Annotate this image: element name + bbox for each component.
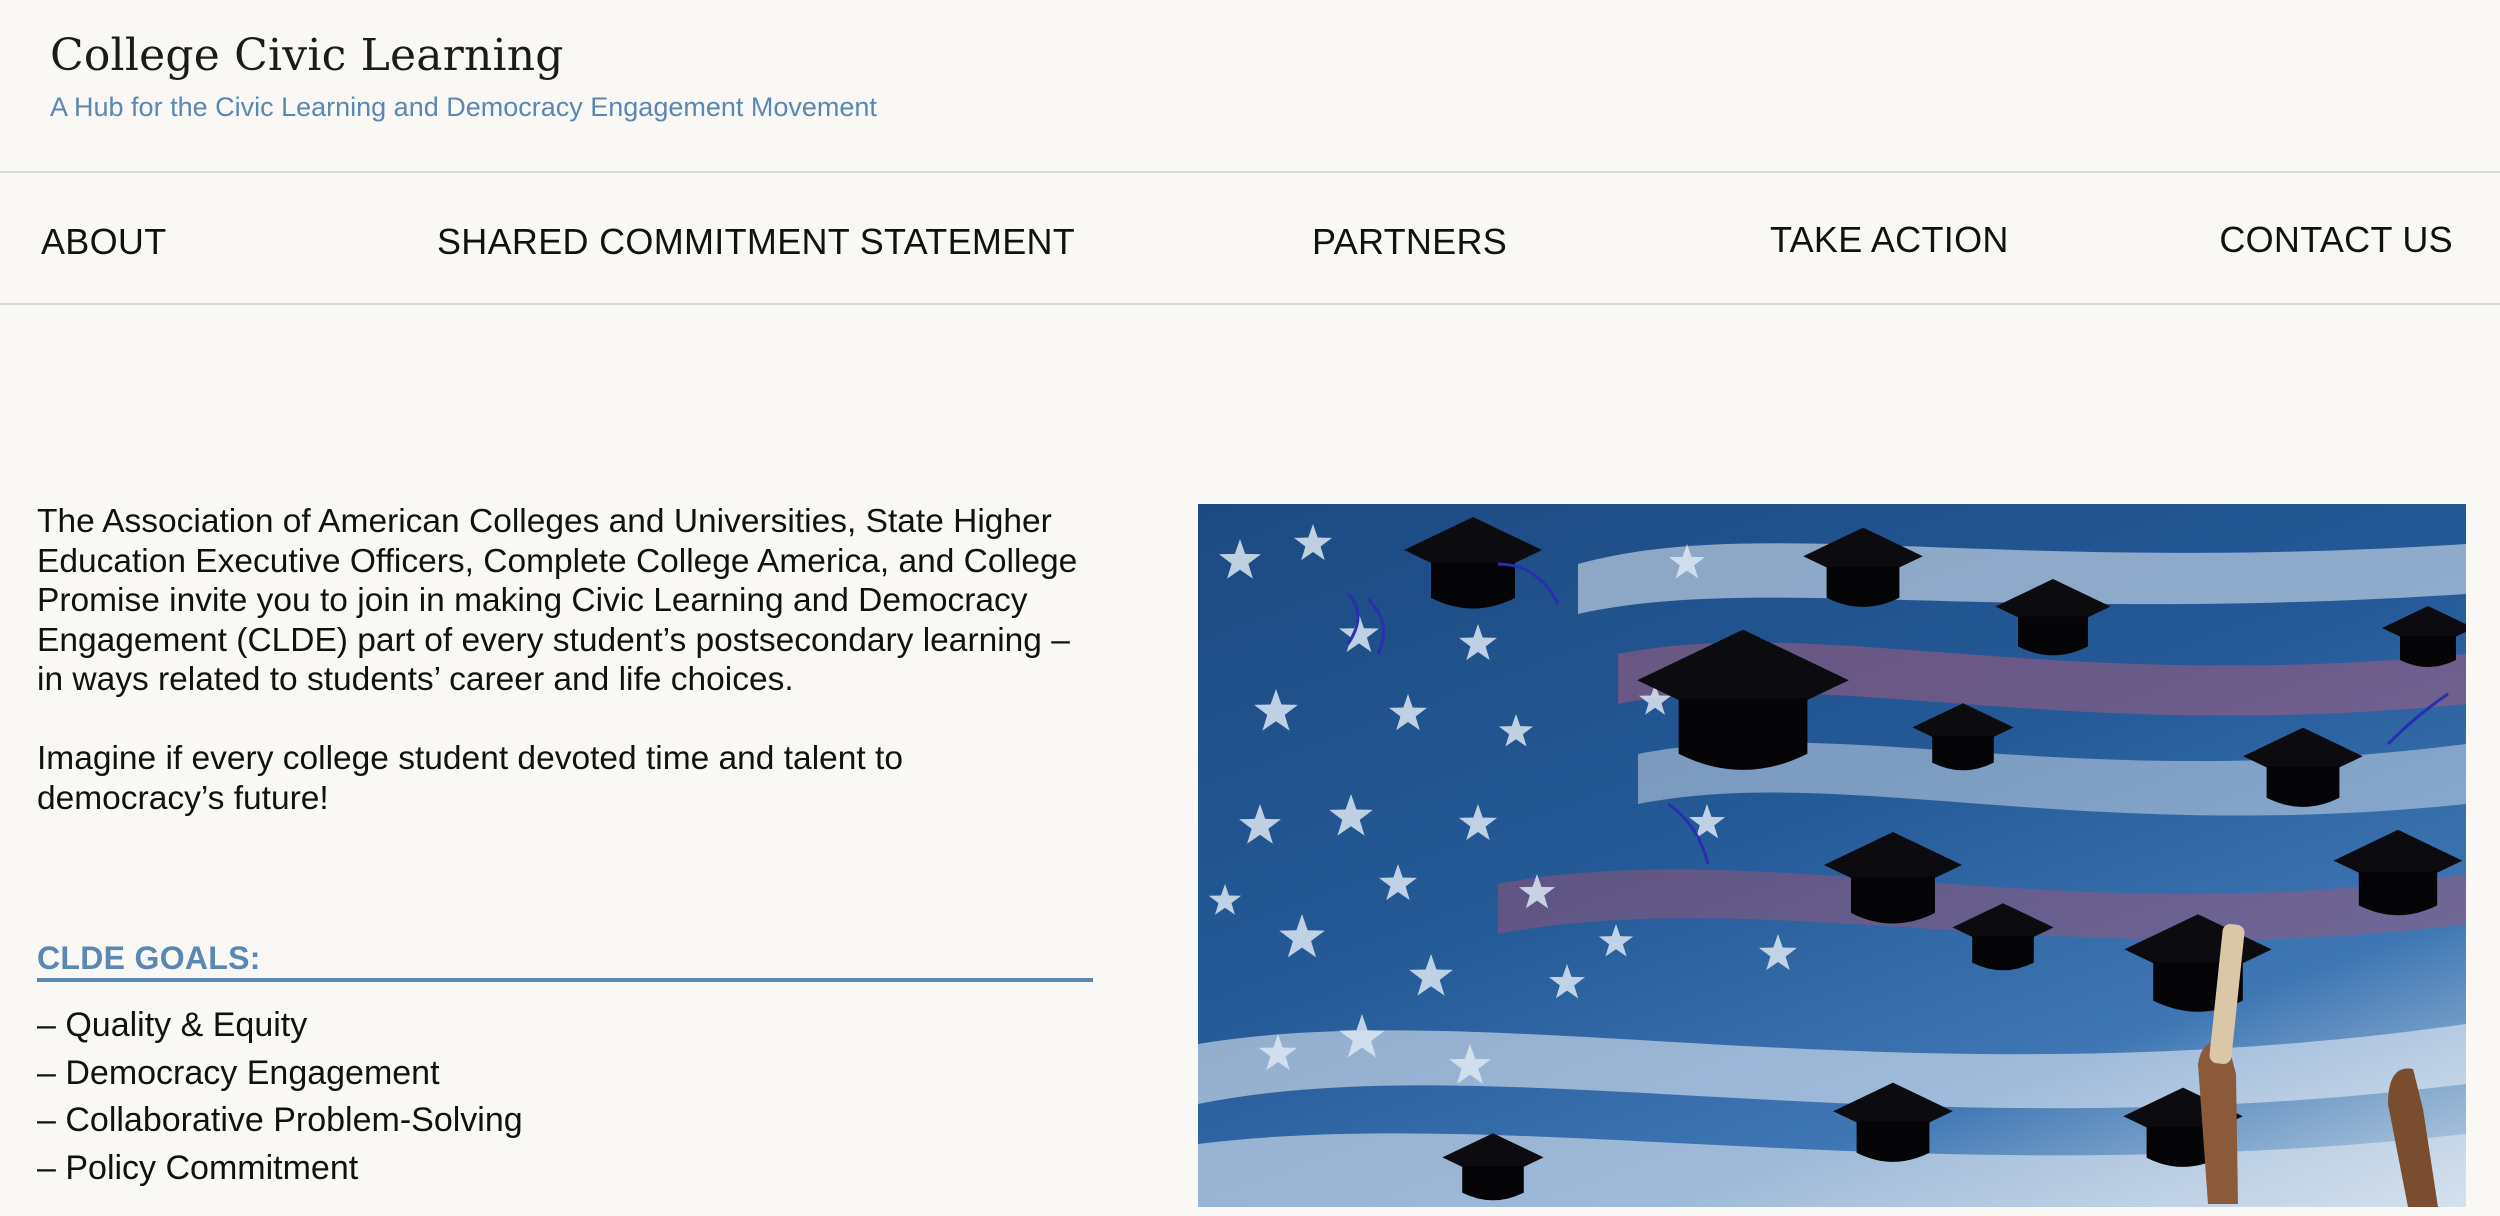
- site-header: College Civic Learning A Hub for the Civ…: [0, 0, 2500, 173]
- intro-paragraph: Imagine if every college student devoted…: [37, 740, 903, 817]
- nav-item-partners[interactable]: PARTNERS: [1312, 221, 1507, 263]
- hero-image-graduation-caps-flag: [1198, 504, 2466, 1207]
- intro-text: The Association of American Colleges and…: [37, 502, 1097, 818]
- nav-item-contact-us[interactable]: CONTACT US: [2219, 219, 2453, 261]
- nav-item-about[interactable]: ABOUT: [41, 221, 167, 263]
- nav-item-take-action[interactable]: TAKE ACTION: [1770, 219, 2009, 261]
- nav-item-shared-commitment-statement[interactable]: SHARED COMMITMENT STATEMENT: [437, 221, 1075, 263]
- goals-divider: [37, 978, 1093, 982]
- goals-list: – Quality & Equity – Democracy Engagemen…: [37, 1002, 523, 1192]
- goal-item: – Policy Commitment: [37, 1148, 359, 1187]
- goal-item: – Democracy Engagement: [37, 1053, 440, 1092]
- goal-item: – Collaborative Problem-Solving: [37, 1101, 523, 1139]
- main-nav: ABOUT SHARED COMMITMENT STATEMENT PARTNE…: [0, 173, 2500, 305]
- site-tagline: A Hub for the Civic Learning and Democra…: [50, 92, 877, 122]
- goals-heading: CLDE GOALS:: [37, 940, 261, 976]
- goal-item: – Quality & Equity: [37, 1006, 308, 1044]
- intro-paragraph: The Association of American Colleges and…: [37, 503, 1078, 698]
- site-title[interactable]: College Civic Learning: [50, 30, 564, 81]
